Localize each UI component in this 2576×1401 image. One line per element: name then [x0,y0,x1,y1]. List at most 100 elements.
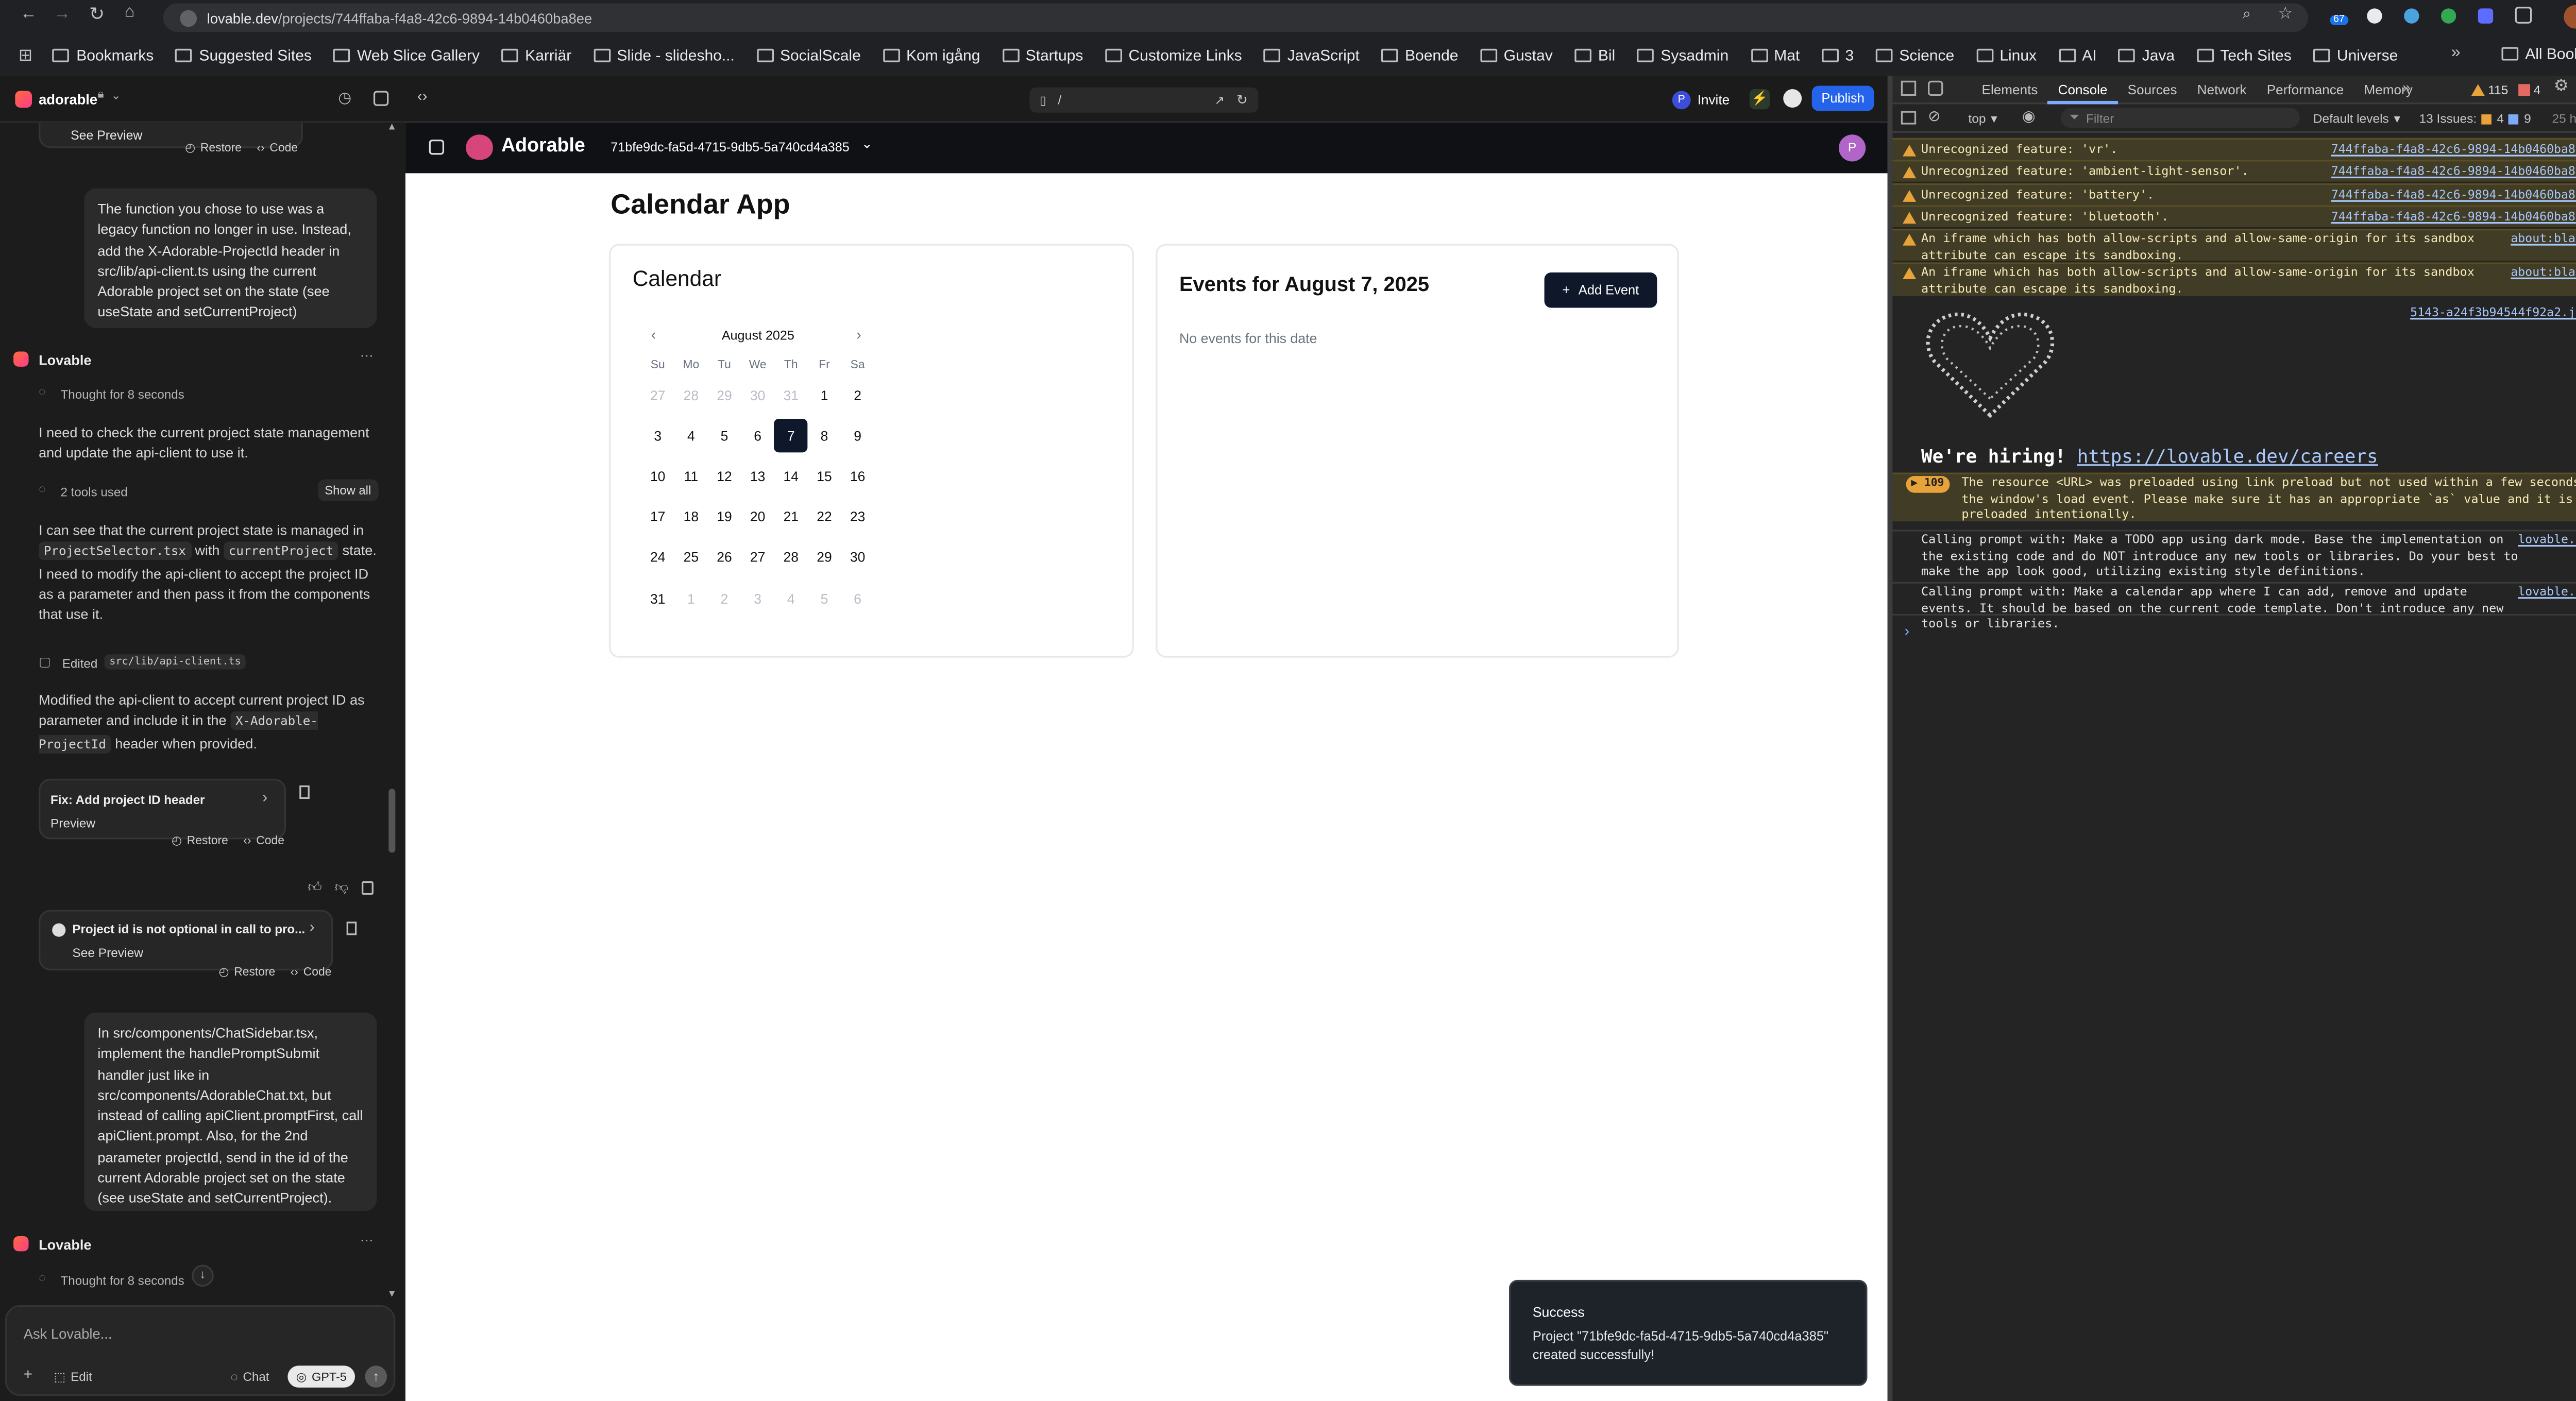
calendar-day[interactable]: 7 [774,419,808,453]
calendar-day[interactable]: 9 [841,419,874,453]
calendar-day[interactable]: 12 [707,460,741,493]
restore-button[interactable]: ◴ Restore [218,965,275,979]
calendar-day[interactable]: 29 [807,541,841,575]
console-prompt[interactable]: › [1904,622,1909,639]
project-name[interactable]: adorable [39,91,97,108]
warning-counter[interactable]: 115 [2471,82,2508,97]
bookmark-item[interactable]: Tech Sites [2196,47,2292,64]
open-external-icon[interactable]: ↗ [1215,93,1225,107]
issues-counter[interactable]: 13 Issues: 4 9 [2419,111,2531,126]
devtools-divider[interactable] [1887,75,1893,1401]
tab-network[interactable]: Network [2187,76,2257,105]
bookmark-item[interactable]: Universe [2313,47,2398,64]
scroll-end-icon[interactable]: ▼ [387,1290,397,1300]
code-view-icon[interactable]: ‹› [417,88,428,105]
calendar-day-outside[interactable]: 2 [707,582,741,616]
scroll-down-icon[interactable]: ↓ [192,1265,214,1287]
calendar-day[interactable]: 28 [774,541,808,575]
bookmark-item[interactable]: Boende [1381,47,1459,64]
sidebar-toggle-icon[interactable] [429,140,445,155]
levels-dropdown[interactable]: Default levels ▾ [2313,111,2400,126]
preview-link[interactable]: Preview [50,816,95,831]
calendar-day[interactable]: 13 [741,460,774,493]
more-icon[interactable]: ⋯ [360,348,374,363]
calendar-day[interactable]: 18 [674,501,708,534]
thumbs-down-icon[interactable]: 👎︎ [335,880,349,897]
more-tabs-icon[interactable]: » [2402,79,2411,96]
calendar-day[interactable]: 31 [641,582,674,616]
bookmark-icon[interactable] [299,785,310,799]
calendar-day[interactable]: 26 [707,541,741,575]
source-link[interactable]: lovable.js:1 [2518,584,2576,600]
profile-avatar[interactable] [2564,5,2576,29]
code-button[interactable]: ‹› Code [291,966,332,978]
eye-icon[interactable]: ◉ [2022,108,2036,126]
calendar-day[interactable]: 24 [641,541,674,575]
copy-icon[interactable] [362,881,374,895]
source-link[interactable]: 744ffaba-f4a8-42c6-9894-14b0460ba8ee:1 [2331,164,2576,180]
extension-badge[interactable]: 67 [2330,15,2348,25]
more-icon[interactable]: ⋯ [360,1233,374,1248]
calendar-day[interactable]: 17 [641,501,674,534]
see-preview-link[interactable]: See Preview [71,128,142,143]
preview-url-bar[interactable]: ▯ / ↗ ↻ [1029,87,1259,113]
clear-console-icon[interactable]: ⊘ [1928,108,1941,126]
all-bookmarks[interactable]: All Bookmarks [2501,45,2576,62]
calendar-day-outside[interactable]: 1 [674,582,708,616]
back-icon[interactable]: ← [20,5,37,24]
calendar-day[interactable]: 4 [674,419,708,453]
bookmark-item[interactable]: Science [1875,47,1954,64]
extension-icon[interactable] [2367,8,2382,24]
chevron-right-icon[interactable]: › [310,918,315,935]
forward-icon[interactable]: → [54,5,71,24]
calendar-day-outside[interactable]: 31 [774,379,808,412]
edit-button[interactable]: ⬚ Edit [54,1369,92,1384]
see-preview-link[interactable]: See Preview [72,945,143,960]
source-link[interactable]: about:blank:1 [2511,264,2576,280]
bookmark-item[interactable]: JavaScript [1264,47,1360,64]
source-link[interactable]: lovable.js:1 [2518,532,2576,548]
bookmark-item[interactable]: Web Slice Gallery [333,47,480,64]
calendar-day[interactable]: 3 [641,419,674,453]
invite-button[interactable]: P Invite [1672,88,1730,113]
calendar-day[interactable]: 14 [774,460,808,493]
calendar-day-outside[interactable]: 29 [707,379,741,412]
calendar-day-outside[interactable]: 30 [741,379,774,412]
extension-icon[interactable] [2441,8,2456,24]
model-selector[interactable]: ◎ GPT-5 [287,1365,355,1388]
github-icon[interactable] [1783,89,1802,108]
console-warning-group[interactable]: ▶ 109 The resource <URL> was preloaded u… [1892,472,2576,522]
tab-console[interactable]: Console [2048,76,2118,105]
bookmark-item[interactable]: Gustav [1480,47,1553,64]
scrollbar-thumb[interactable] [388,789,396,853]
calendar-day-outside[interactable]: 27 [641,379,674,412]
thought-label[interactable]: Thought for 8 seconds [61,387,184,402]
tab-memory[interactable]: Memory [2354,76,2423,105]
error-counter[interactable]: 4 [2518,82,2540,97]
device-toolbar-icon[interactable] [1928,80,1943,96]
bookmark-item[interactable]: Linux [1976,47,2037,64]
restore-button[interactable]: ◴ Restore [185,141,242,155]
edited-file[interactable]: src/lib/api-client.ts [104,654,246,670]
project-selector[interactable]: 71bfe9dc-fa5d-4715-9db5-5a740cd4a385 [611,140,849,155]
github-issue-card[interactable]: Project id is not optional in call to pr… [39,910,333,971]
calendar-day[interactable]: 21 [774,501,808,534]
calendar-day[interactable]: 11 [674,460,708,493]
code-button[interactable]: ‹› Code [243,835,284,847]
prompt-input[interactable]: Ask Lovable... [24,1325,112,1342]
plus-icon[interactable]: + [24,1365,32,1382]
restore-button[interactable]: ◴ Restore [172,834,228,847]
tab-elements[interactable]: Elements [1972,76,2048,105]
calendar-day[interactable]: 15 [807,460,841,493]
bookmark-item[interactable]: Startups [1002,47,1083,64]
tab-sources[interactable]: Sources [2117,76,2187,105]
apps-grid-icon[interactable]: ⊞ [19,46,32,65]
calendar-day[interactable]: 16 [841,460,874,493]
bookmark-item[interactable]: Java [2119,47,2175,64]
thought-label[interactable]: Thought for 8 seconds [61,1273,184,1288]
calendar-day[interactable]: 6 [741,419,774,453]
bookmark-item[interactable]: Bookmarks [53,47,154,64]
calendar-day[interactable]: 19 [707,501,741,534]
calendar-day[interactable]: 22 [807,501,841,534]
sidebar-icon[interactable] [1901,111,1917,125]
